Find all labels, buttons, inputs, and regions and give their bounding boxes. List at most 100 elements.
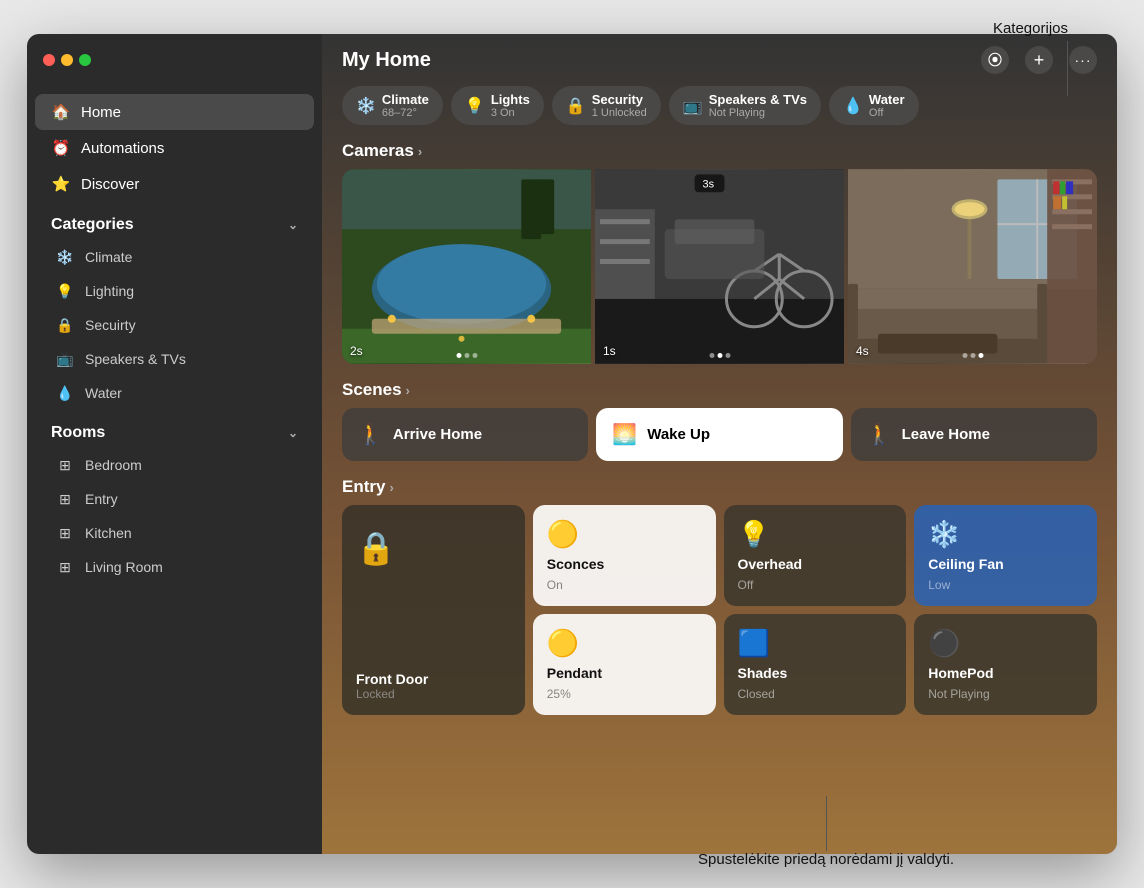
camera-2-dots: [709, 353, 730, 358]
dot-1: [709, 353, 714, 358]
ceiling-fan-name: Ceiling Fan: [928, 556, 1083, 572]
dot-3: [725, 353, 730, 358]
dot-3: [978, 353, 983, 358]
close-button[interactable]: [43, 54, 55, 66]
pill-speakers-name: Speakers & TVs: [709, 92, 807, 107]
pill-speakers-icon: 📺: [683, 96, 703, 116]
camera-3-feed: [848, 169, 1097, 364]
sidebar-label-speakers: Speakers & TVs: [85, 351, 186, 367]
device-shades[interactable]: 🟦 Shades Closed: [724, 614, 907, 715]
sconces-name: Sconces: [547, 556, 702, 572]
entry-chevron-icon: ›: [389, 480, 393, 495]
overhead-icon: 💡: [738, 519, 893, 550]
sidebar-item-entry[interactable]: ⊞ Entry: [35, 482, 314, 516]
sidebar-item-bedroom[interactable]: ⊞ Bedroom: [35, 448, 314, 482]
pill-speakers-value: Not Playing: [709, 107, 807, 119]
dot-1: [456, 353, 461, 358]
entry-icon: ⊞: [55, 489, 75, 509]
shades-name: Shades: [738, 665, 893, 681]
dot-2: [717, 353, 722, 358]
device-homepod[interactable]: ⚫ HomePod Not Playing: [914, 614, 1097, 715]
sidebar-item-security[interactable]: 🔒 Secuirty: [35, 308, 314, 342]
device-overhead[interactable]: 💡 Overhead Off: [724, 505, 907, 606]
pill-security[interactable]: 🔒 Security 1 Unlocked: [552, 86, 661, 125]
wake-up-label: Wake Up: [647, 426, 710, 443]
sidebar-item-kitchen[interactable]: ⊞ Kitchen: [35, 516, 314, 550]
device-sconces[interactable]: 🟡 Sconces On: [533, 505, 716, 606]
minimize-button[interactable]: [61, 54, 73, 66]
device-ceiling-fan[interactable]: ❄️ Ceiling Fan Low: [914, 505, 1097, 606]
traffic-lights: [43, 54, 91, 66]
pill-water[interactable]: 💧 Water Off: [829, 86, 919, 125]
pill-speakers[interactable]: 📺 Speakers & TVs Not Playing: [669, 86, 821, 125]
lighting-icon: 💡: [55, 281, 75, 301]
water-icon: 💧: [55, 383, 75, 403]
leave-home-label: Leave Home: [902, 426, 990, 443]
arrive-home-label: Arrive Home: [393, 426, 482, 443]
entry-section-label[interactable]: Entry ›: [342, 473, 1097, 505]
homepod-name: HomePod: [928, 665, 1083, 681]
camera-3-dots: [962, 353, 983, 358]
cameras-chevron-icon: ›: [418, 144, 422, 159]
sidebar-item-lighting[interactable]: 💡 Lighting: [35, 274, 314, 308]
camera-1-dots: [456, 353, 477, 358]
cameras-section-label[interactable]: Cameras ›: [322, 137, 1117, 169]
scene-wake-up[interactable]: 🌅 Wake Up: [596, 408, 842, 461]
arrive-home-icon: 🚶: [358, 422, 383, 447]
front-door-lock-icon: 🔒: [356, 529, 511, 567]
pill-security-name: Security: [592, 92, 647, 107]
scene-leave-home[interactable]: 🚶 Leave Home: [851, 408, 1097, 461]
main-panel: My Home ⦿ + ··· ❄️ Climate 68–72°: [322, 34, 1117, 854]
overhead-status: Off: [738, 578, 893, 592]
shades-status: Closed: [738, 687, 893, 701]
camera-2-svg: 3s: [595, 169, 844, 364]
page-title: My Home: [342, 49, 431, 72]
sidebar-label-security: Secuirty: [85, 317, 136, 333]
entry-section: Entry › 🔒 Front Door Locked: [322, 473, 1117, 715]
sidebar-item-speakers[interactable]: 📺 Speakers & TVs: [35, 342, 314, 376]
pill-lights[interactable]: 💡 Lights 3 On: [451, 86, 544, 125]
pill-water-icon: 💧: [843, 96, 863, 116]
rooms-chevron-icon: ⌄: [288, 426, 298, 440]
scenes-section-label[interactable]: Scenes ›: [322, 376, 1117, 408]
scene-arrive-home[interactable]: 🚶 Arrive Home: [342, 408, 588, 461]
camera-3-svg: [848, 169, 1097, 364]
device-pendant[interactable]: 🟡 Pendant 25%: [533, 614, 716, 715]
annotation-line-top: [1067, 41, 1068, 96]
sidebar-item-discover[interactable]: ⭐ Discover: [35, 166, 314, 202]
kitchen-icon: ⊞: [55, 523, 75, 543]
wake-up-icon: 🌅: [612, 422, 637, 447]
pill-climate-value: 68–72°: [382, 107, 429, 119]
sidebar-item-living-room[interactable]: ⊞ Living Room: [35, 550, 314, 584]
camera-3[interactable]: 4s: [848, 169, 1097, 364]
camera-3-timestamp: 4s: [856, 344, 869, 358]
camera-2[interactable]: 3s 1s: [595, 169, 844, 364]
bedroom-icon: ⊞: [55, 455, 75, 475]
camera-1[interactable]: 2s: [342, 169, 591, 364]
dot-2: [970, 353, 975, 358]
dot-1: [962, 353, 967, 358]
sidebar-label-home: Home: [81, 104, 121, 121]
sidebar-item-climate[interactable]: ❄️ Climate: [35, 240, 314, 274]
sidebar-label-lighting: Lighting: [85, 283, 134, 299]
camera-1-feed: [342, 169, 591, 364]
fullscreen-button[interactable]: [79, 54, 91, 66]
page-wrapper: Kategorijos Spustelėkite priedą norėdami…: [0, 0, 1144, 888]
pill-security-icon: 🔒: [566, 96, 586, 116]
rooms-section-header[interactable]: Rooms ⌄: [35, 410, 314, 448]
camera-1-timestamp: 2s: [350, 344, 363, 358]
sidebar-item-automations[interactable]: ⏰ Automations: [35, 130, 314, 166]
device-front-door[interactable]: 🔒 Front Door Locked: [342, 505, 525, 715]
front-door-status: Locked: [356, 687, 511, 701]
pill-climate[interactable]: ❄️ Climate 68–72°: [342, 86, 443, 125]
more-button[interactable]: ···: [1069, 46, 1097, 74]
scenes-chevron-icon: ›: [406, 383, 410, 398]
sidebar-label-water: Water: [85, 385, 122, 401]
pill-water-value: Off: [869, 107, 905, 119]
categories-section-header[interactable]: Categories ⌄: [35, 202, 314, 240]
categories-chevron-icon: ⌄: [288, 218, 298, 232]
sidebar-item-water[interactable]: 💧 Water: [35, 376, 314, 410]
pill-water-name: Water: [869, 92, 905, 107]
sidebar: 🏠 Home ⏰ Automations ⭐ Discover Categori…: [27, 34, 322, 854]
sidebar-item-home[interactable]: 🏠 Home: [35, 94, 314, 130]
